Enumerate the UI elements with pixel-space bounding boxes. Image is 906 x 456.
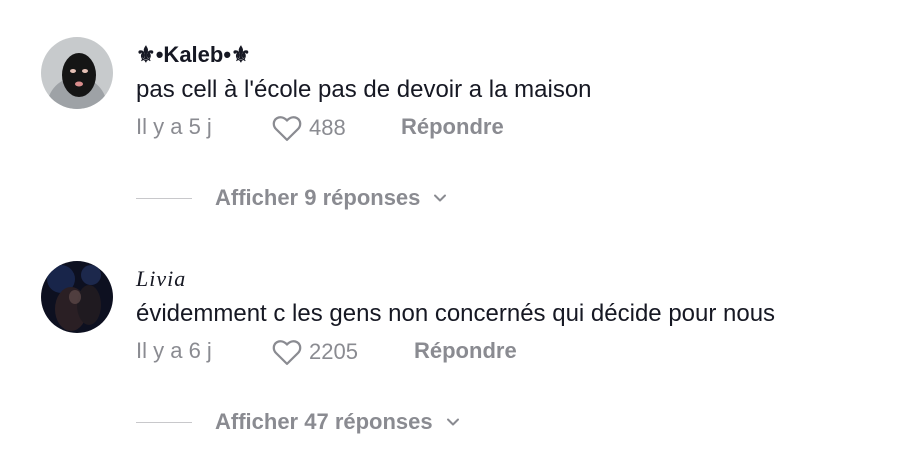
reply-button[interactable]: Répondre xyxy=(401,114,504,140)
comment-item: Livia évidemment c les gens non concerné… xyxy=(0,224,906,444)
comment-text: pas cell à l'école pas de devoir a la ma… xyxy=(136,76,592,103)
chevron-down-icon xyxy=(446,418,459,426)
avatar[interactable] xyxy=(41,261,113,333)
heart-outline-icon xyxy=(272,340,302,365)
reply-button[interactable]: Répondre xyxy=(414,338,517,364)
comment-text: évidemment c les gens non concernés qui … xyxy=(136,300,776,327)
divider xyxy=(136,197,192,199)
like-count: 488 xyxy=(309,115,346,140)
comment-time: Il y a 6 j xyxy=(136,338,212,363)
like-count: 2205 xyxy=(309,339,358,364)
divider xyxy=(136,421,192,423)
view-replies-label: Afficher 9 réponses xyxy=(215,185,421,210)
view-replies-button[interactable]: Afficher 47 réponses xyxy=(136,407,461,437)
avatar[interactable] xyxy=(41,37,113,109)
like-button[interactable]: 2205 xyxy=(272,338,358,366)
chevron-down-icon xyxy=(434,194,447,202)
comment-item: ⚜•Kaleb•⚜ pas cell à l'école pas de devo… xyxy=(0,0,906,220)
view-replies-label: Afficher 47 réponses xyxy=(215,409,433,434)
comment-username[interactable]: Livia xyxy=(136,266,186,292)
like-button[interactable]: 488 xyxy=(272,114,346,142)
comment-username[interactable]: ⚜•Kaleb•⚜ xyxy=(136,42,251,68)
heart-outline-icon xyxy=(272,116,302,141)
comment-time: Il y a 5 j xyxy=(136,114,212,139)
view-replies-button[interactable]: Afficher 9 réponses xyxy=(136,183,448,213)
